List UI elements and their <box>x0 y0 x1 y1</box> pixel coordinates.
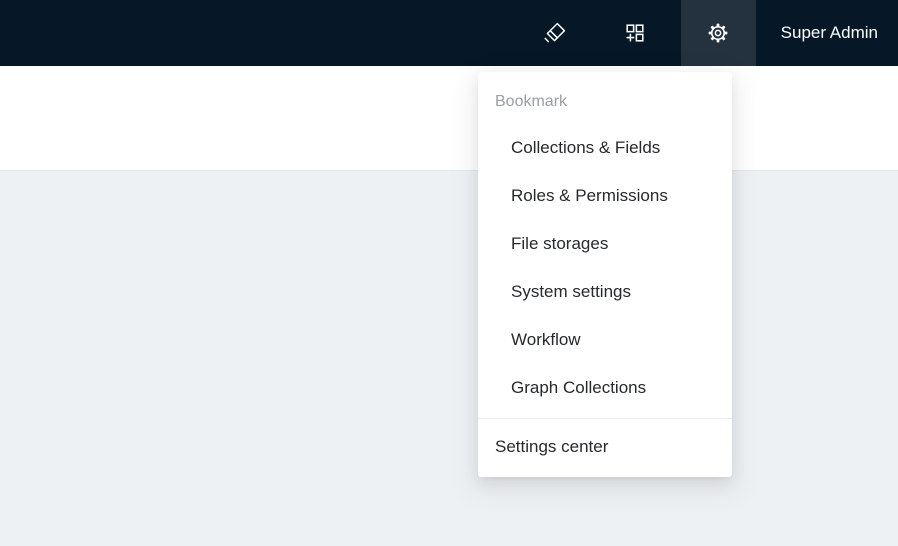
menu-item-graph-collections[interactable]: Graph Collections <box>478 364 732 412</box>
ui-editor-button[interactable] <box>527 0 583 66</box>
menu-item-roles-permissions[interactable]: Roles & Permissions <box>478 172 732 220</box>
page-subheader <box>0 66 898 171</box>
settings-button[interactable] <box>681 0 756 66</box>
top-navbar: Super Admin <box>0 0 898 66</box>
menu-item-system-settings[interactable]: System settings <box>478 268 732 316</box>
gear-icon <box>707 22 729 44</box>
menu-item-settings-center[interactable]: Settings center <box>478 419 732 475</box>
settings-dropdown-menu: Bookmark Collections & Fields Roles & Pe… <box>478 72 732 477</box>
menu-group-title-bookmark: Bookmark <box>478 72 732 124</box>
current-user-menu[interactable]: Super Admin <box>781 23 878 43</box>
appstore-add-icon <box>624 22 646 44</box>
plugin-manager-button[interactable] <box>607 0 663 66</box>
highlight-icon <box>543 21 567 45</box>
menu-item-collections-fields[interactable]: Collections & Fields <box>478 124 732 172</box>
menu-item-file-storages[interactable]: File storages <box>478 220 732 268</box>
menu-item-workflow[interactable]: Workflow <box>478 316 732 364</box>
